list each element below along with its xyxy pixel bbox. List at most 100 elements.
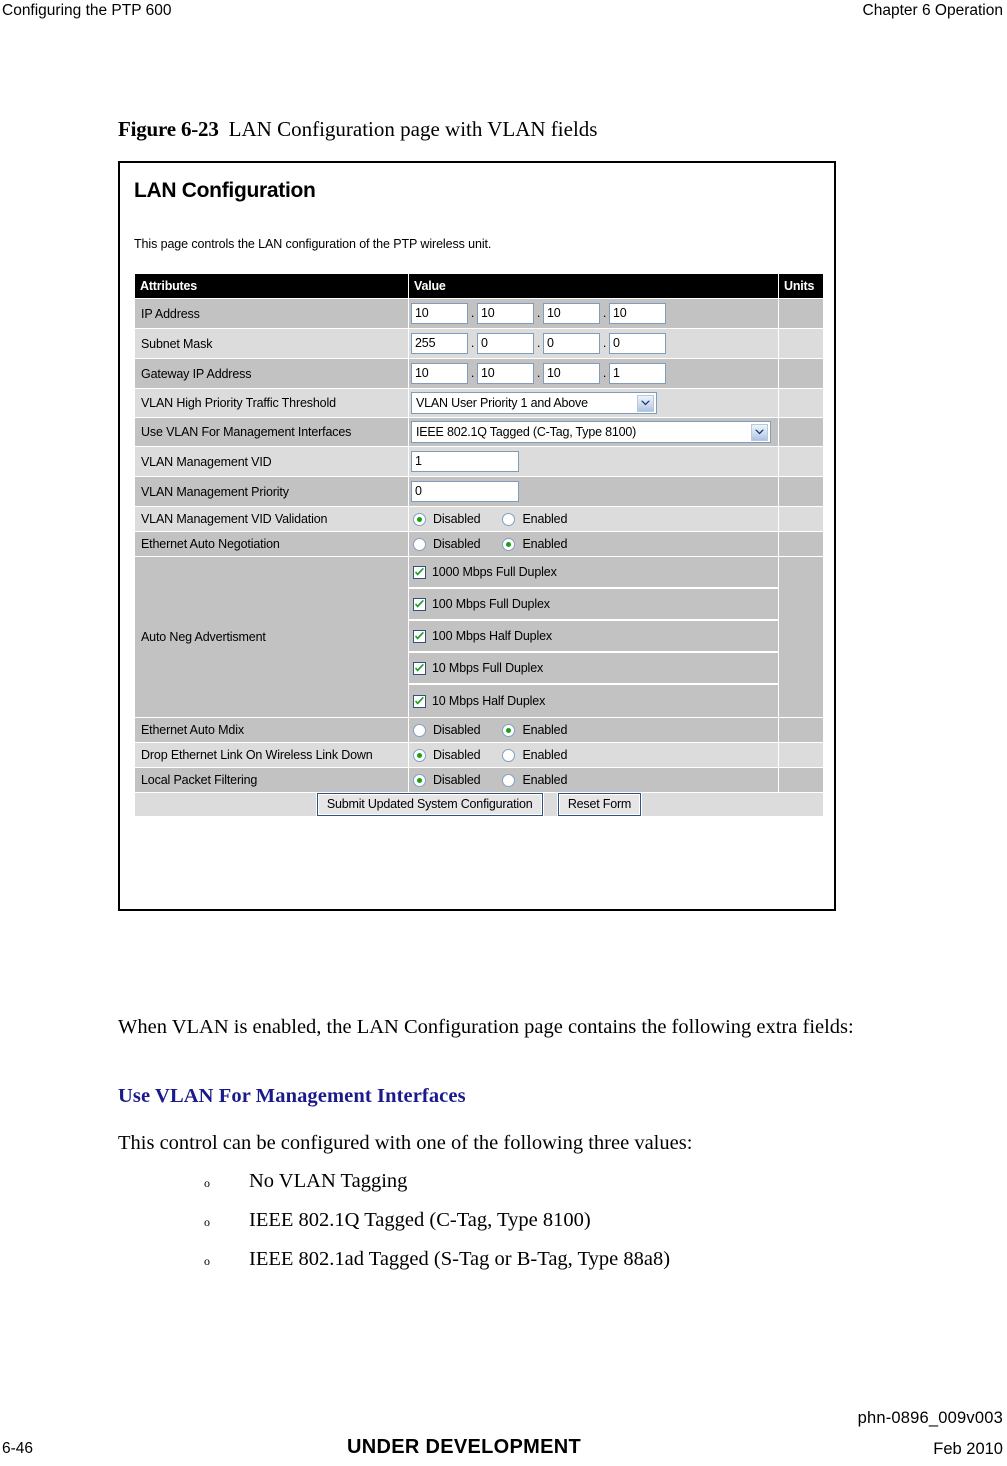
- radio-icon[interactable]: [502, 512, 516, 526]
- radio-option-disabled[interactable]: Disabled: [413, 748, 481, 762]
- checkbox-icon-checked[interactable]: [413, 565, 426, 579]
- attribute-label-local-packet-filtering: Local Packet Filtering: [134, 767, 409, 793]
- radio-label: Enabled: [522, 512, 568, 526]
- list-item-label: IEEE 802.1Q Tagged (C-Tag, Type 8100): [249, 1209, 591, 1231]
- column-header-value: Value: [408, 273, 779, 299]
- vlan-high-priority-threshold-select[interactable]: VLAN User Priority 1 and Above: [411, 392, 657, 414]
- attribute-label-ethernet-auto-mdix: Ethernet Auto Mdix: [134, 717, 409, 743]
- radio-option-enabled[interactable]: Enabled: [502, 537, 567, 551]
- submit-updated-system-configuration-button[interactable]: Submit Updated System Configuration: [315, 792, 544, 817]
- ip-address-octet-3[interactable]: 10: [543, 303, 600, 324]
- table-row: Drop Ethernet Link On Wireless Link Down…: [134, 742, 824, 768]
- ip-address-octet-4[interactable]: 10: [609, 303, 666, 324]
- gateway-octet-4[interactable]: 1: [609, 363, 666, 384]
- attribute-label-auto-neg-advertisment: Auto Neg Advertisment: [134, 556, 409, 718]
- checkbox-row[interactable]: 10 Mbps Half Duplex: [409, 685, 778, 717]
- radio-icon-selected[interactable]: [413, 773, 426, 787]
- radio-option-enabled[interactable]: Enabled: [502, 748, 567, 762]
- radio-icon-selected[interactable]: [413, 748, 426, 762]
- gateway-octet-1[interactable]: 10: [411, 363, 468, 384]
- checkbox-label: 100 Mbps Half Duplex: [432, 629, 552, 643]
- checkbox-row[interactable]: 100 Mbps Full Duplex: [409, 589, 778, 621]
- chevron-down-icon[interactable]: [637, 394, 654, 412]
- figure-caption: Figure 6-23 LAN Configuration page with V…: [118, 117, 597, 142]
- bullet-marker-icon: o: [204, 1215, 210, 1229]
- chevron-down-icon[interactable]: [751, 423, 768, 441]
- select-value: IEEE 802.1Q Tagged (C-Tag, Type 8100): [416, 425, 637, 439]
- checkbox-icon-checked[interactable]: [413, 694, 426, 708]
- units-cell: [778, 358, 824, 389]
- value-cell-vlan-management-priority: 0: [408, 476, 779, 507]
- checkbox-icon-checked[interactable]: [413, 597, 426, 611]
- gateway-octet-3[interactable]: 10: [543, 363, 600, 384]
- list-item-label: IEEE 802.1ad Tagged (S-Tag or B-Tag, Typ…: [249, 1248, 671, 1270]
- checkbox-label: 100 Mbps Full Duplex: [432, 597, 550, 611]
- radio-label: Disabled: [433, 537, 481, 551]
- subnet-mask-octet-2[interactable]: 0: [477, 333, 534, 354]
- radio-icon-selected[interactable]: [502, 723, 516, 737]
- units-cell: [778, 717, 824, 743]
- radio-icon-selected[interactable]: [413, 512, 426, 526]
- attribute-label-drop-ethernet-link-on-wireless-link-down: Drop Ethernet Link On Wireless Link Down: [134, 742, 409, 768]
- table-row: VLAN High Priority Traffic Threshold VLA…: [134, 388, 824, 418]
- column-header-attributes: Attributes: [134, 273, 409, 299]
- radio-label: Enabled: [522, 773, 568, 787]
- radio-label: Enabled: [522, 723, 568, 737]
- attribute-label-vlan-management-priority: VLAN Management Priority: [134, 476, 409, 507]
- checkbox-label: 10 Mbps Half Duplex: [432, 694, 546, 708]
- radio-option-enabled[interactable]: Enabled: [502, 723, 567, 737]
- units-cell: [778, 556, 824, 718]
- reset-form-button[interactable]: Reset Form: [556, 792, 643, 817]
- figure-title: LAN Configuration page with VLAN fields: [228, 117, 598, 141]
- radio-icon[interactable]: [502, 773, 516, 787]
- gateway-octet-2[interactable]: 10: [477, 363, 534, 384]
- octet-separator: .: [470, 306, 475, 320]
- units-cell: [778, 742, 824, 768]
- units-cell: [778, 388, 824, 418]
- radio-option-disabled[interactable]: Disabled: [413, 723, 481, 737]
- vlan-management-vid-input[interactable]: 1: [411, 451, 519, 472]
- radio-option-disabled[interactable]: Disabled: [413, 537, 481, 551]
- subnet-mask-octet-4[interactable]: 0: [609, 333, 666, 354]
- page-title: LAN Configuration: [134, 179, 316, 202]
- radio-option-disabled[interactable]: Disabled: [413, 512, 481, 526]
- table-row: VLAN Management Priority 0: [134, 476, 824, 507]
- value-cell-auto-neg-advertisment: 1000 Mbps Full Duplex 100 Mbps Full Dupl…: [408, 556, 779, 718]
- radio-icon-selected[interactable]: [502, 537, 516, 551]
- radio-icon[interactable]: [413, 537, 426, 551]
- radio-option-enabled[interactable]: Enabled: [502, 773, 567, 787]
- subnet-mask-octet-3[interactable]: 0: [543, 333, 600, 354]
- checkbox-icon-checked[interactable]: [413, 629, 426, 643]
- radio-icon[interactable]: [413, 723, 426, 737]
- bullet-marker-icon: o: [204, 1254, 210, 1268]
- radio-icon[interactable]: [502, 748, 516, 762]
- section-heading-use-vlan-for-management-interfaces: Use VLAN For Management Interfaces: [118, 1085, 466, 1107]
- checkbox-icon-checked[interactable]: [413, 661, 426, 675]
- checkbox-row[interactable]: 1000 Mbps Full Duplex: [409, 557, 778, 589]
- checkbox-row[interactable]: 100 Mbps Half Duplex: [409, 621, 778, 653]
- ip-address-octet-1[interactable]: 10: [411, 303, 468, 324]
- radio-label: Disabled: [433, 723, 481, 737]
- radio-option-disabled[interactable]: Disabled: [413, 773, 481, 787]
- units-cell: [778, 328, 824, 359]
- units-cell: [778, 417, 824, 447]
- use-vlan-for-management-interfaces-select[interactable]: IEEE 802.1Q Tagged (C-Tag, Type 8100): [411, 421, 771, 443]
- ip-address-octet-2[interactable]: 10: [477, 303, 534, 324]
- value-cell-ethernet-auto-negotiation: Disabled Enabled: [408, 531, 779, 557]
- units-cell: [778, 298, 824, 329]
- units-cell: [778, 446, 824, 477]
- attribute-label-use-vlan-for-management-interfaces: Use VLAN For Management Interfaces: [134, 417, 409, 447]
- checkbox-row[interactable]: 10 Mbps Full Duplex: [409, 653, 778, 685]
- attribute-label-vlan-high-priority-traffic-threshold: VLAN High Priority Traffic Threshold: [134, 388, 409, 418]
- list-item: o No VLAN Tagging: [204, 1163, 964, 1202]
- vlan-management-priority-input[interactable]: 0: [411, 481, 519, 502]
- attribute-label-vlan-management-vid-validation: VLAN Management VID Validation: [134, 506, 409, 532]
- table-row: Subnet Mask 255. 0. 0. 0: [134, 328, 824, 359]
- octet-separator: .: [470, 336, 475, 350]
- table-row: Auto Neg Advertisment 1000 Mbps Full Dup…: [134, 556, 824, 718]
- octet-separator: .: [536, 306, 541, 320]
- subnet-mask-octet-1[interactable]: 255: [411, 333, 468, 354]
- table-row: VLAN Management VID Validation Disabled …: [134, 506, 824, 532]
- attribute-label-gateway-ip-address: Gateway IP Address: [134, 358, 409, 389]
- radio-option-enabled[interactable]: Enabled: [502, 512, 567, 526]
